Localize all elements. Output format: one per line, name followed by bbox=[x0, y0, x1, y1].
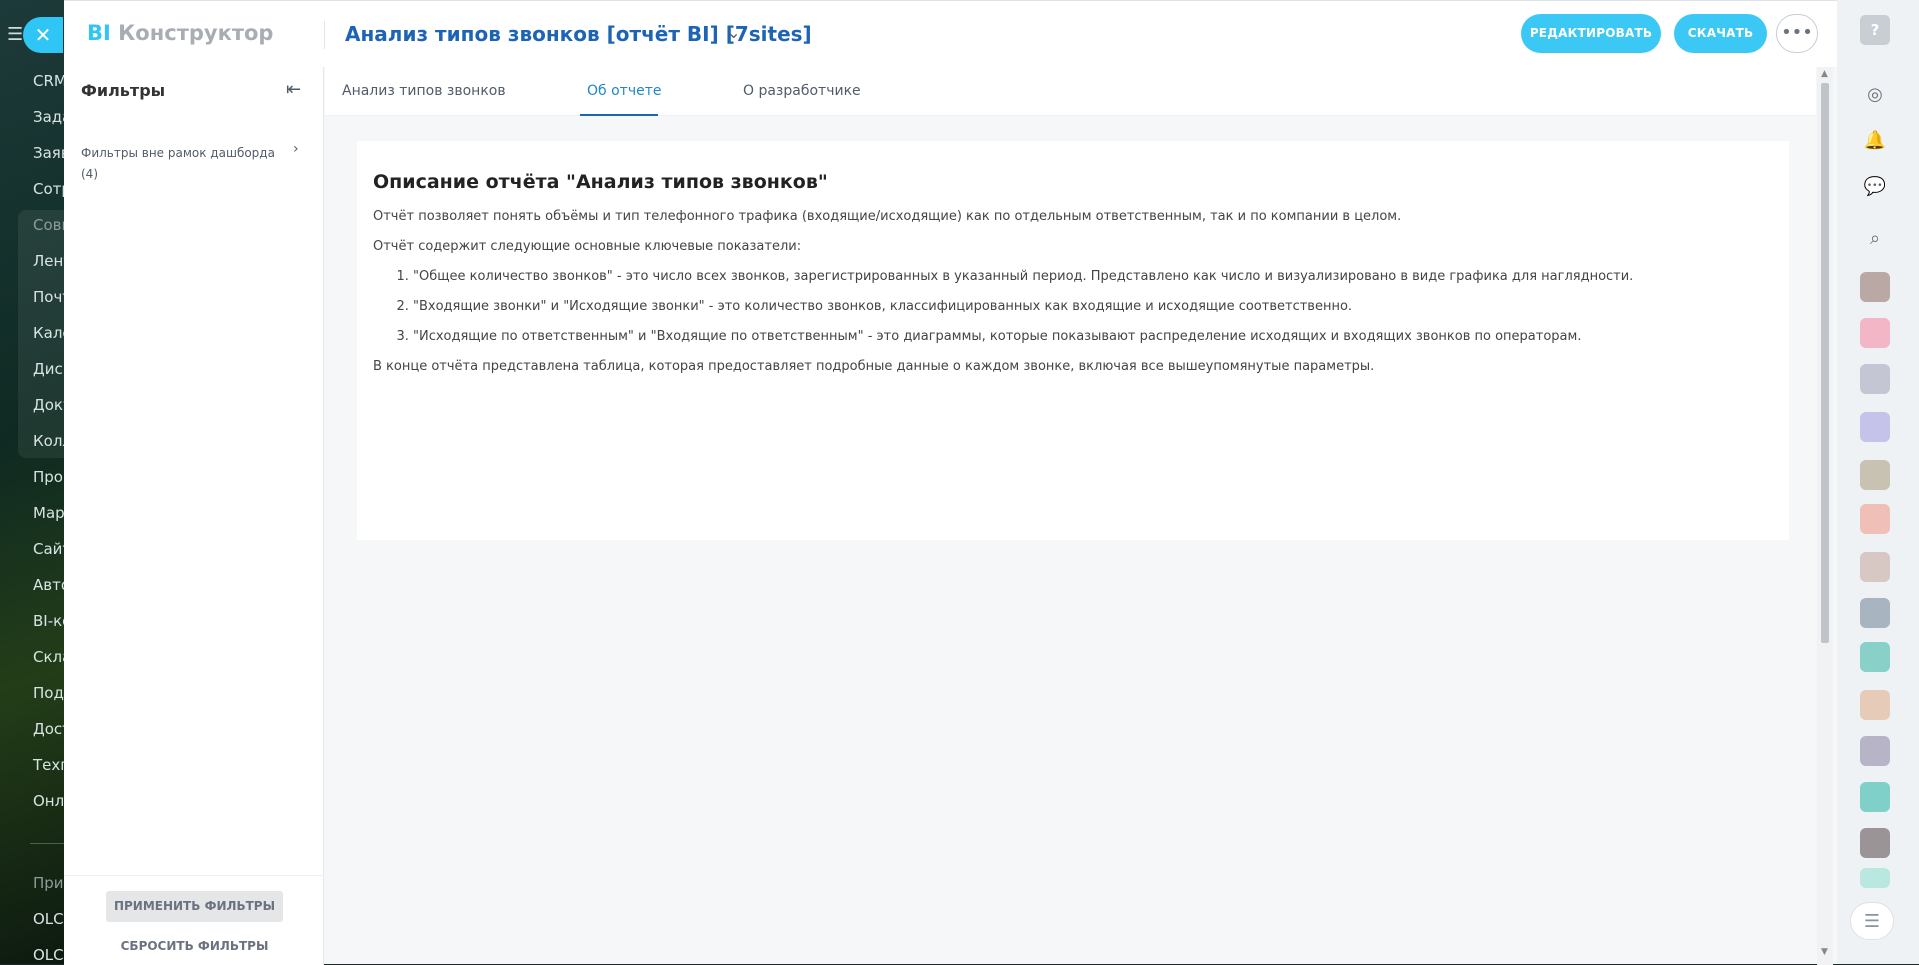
report-tabs: Анализ типов звонков Об отчете О разрабо… bbox=[325, 67, 1816, 116]
nav-item: Заяв bbox=[33, 144, 64, 162]
nav-item: Диск bbox=[33, 360, 64, 378]
chevron-down-icon[interactable]: ⌄ bbox=[727, 23, 740, 42]
nav-item: Онла bbox=[33, 792, 64, 810]
nav-item: Дост bbox=[33, 720, 64, 738]
avatar[interactable] bbox=[1860, 642, 1890, 672]
logo-bi: BI bbox=[87, 21, 111, 45]
nav-item: Сотр bbox=[33, 180, 64, 198]
avatar[interactable] bbox=[1860, 504, 1890, 534]
metrics-list: "Общее количество звонков" - это число в… bbox=[413, 262, 1773, 352]
list-item: "Общее количество звонков" - это число в… bbox=[413, 262, 1773, 292]
nav-item: Зада bbox=[33, 108, 64, 126]
nav-item: Скла bbox=[33, 648, 64, 666]
filters-panel: Фильтры ⇤ Фильтры вне рамок дашборда (4)… bbox=[64, 67, 324, 965]
description-outro: В конце отчёта представлена таблица, кот… bbox=[373, 359, 1375, 374]
search-icon[interactable]: ⌕ bbox=[1860, 224, 1890, 254]
avatar[interactable] bbox=[1860, 552, 1890, 582]
nav-item: Колл bbox=[33, 432, 64, 450]
filters-footer: ПРИМЕНИТЬ ФИЛЬТРЫ СБРОСИТЬ ФИЛЬТРЫ bbox=[64, 875, 324, 965]
nav-item: CRM bbox=[33, 72, 64, 90]
chat-icon[interactable]: 💬 bbox=[1860, 172, 1890, 202]
avatar[interactable] bbox=[1860, 736, 1890, 766]
avatar[interactable] bbox=[1860, 598, 1890, 628]
report-title[interactable]: Анализ типов звонков [отчёт BI] [7sites] bbox=[345, 22, 812, 46]
edit-button[interactable]: РЕДАКТИРОВАТЬ bbox=[1521, 14, 1661, 53]
background-left-nav: ☰ CRM Зада Заяв Сотр Совм Лент Почт Кале… bbox=[0, 0, 64, 964]
header-divider bbox=[324, 21, 325, 49]
nav-item: OLCI bbox=[33, 946, 64, 964]
bell-icon[interactable]: 🔔 bbox=[1860, 126, 1890, 156]
bi-report-slider: BI Конструктор Анализ типов звонков [отч… bbox=[64, 0, 1837, 965]
nav-item: Лент bbox=[33, 252, 64, 270]
description-list-intro: Отчёт содержит следующие основные ключев… bbox=[373, 239, 802, 254]
close-icon: ✕ bbox=[34, 23, 52, 47]
report-description-card: Описание отчёта "Анализ типов звонков" О… bbox=[357, 141, 1789, 540]
more-button[interactable]: ••• bbox=[1776, 14, 1818, 53]
nav-item: Почт bbox=[33, 288, 64, 306]
avatar[interactable] bbox=[1860, 272, 1890, 302]
tab-about-report[interactable]: Об отчете bbox=[587, 83, 661, 99]
nav-item: Подп bbox=[33, 684, 64, 702]
tab-about-developer[interactable]: О разработчике bbox=[743, 83, 861, 99]
scroll-thumb[interactable] bbox=[1821, 83, 1829, 643]
scroll-up-icon[interactable]: ▲ bbox=[1821, 69, 1828, 79]
nav-item: Совм bbox=[33, 216, 64, 234]
scroll-down-icon[interactable]: ▼ bbox=[1821, 947, 1828, 957]
list-item: "Исходящие по ответственным" и "Входящие… bbox=[413, 322, 1773, 352]
collapse-panel-icon[interactable]: ⇤ bbox=[286, 79, 301, 100]
nav-item: Про bbox=[33, 468, 63, 486]
avatar[interactable] bbox=[1860, 828, 1890, 858]
list-item: "Входящие звонки" и "Исходящие звонки" -… bbox=[413, 292, 1773, 322]
description-intro: Отчёт позволяет понять объёмы и тип теле… bbox=[373, 209, 1402, 224]
slider-header: BI Конструктор Анализ типов звонков [отч… bbox=[64, 1, 1837, 67]
avatar[interactable] bbox=[1860, 868, 1890, 888]
filters-title: Фильтры bbox=[81, 81, 166, 100]
nav-item: Техп bbox=[33, 756, 64, 774]
chevron-right-icon[interactable]: › bbox=[293, 141, 299, 157]
nav-item: BI-ко bbox=[33, 612, 64, 630]
logo-text: Конструктор bbox=[118, 21, 274, 45]
nav-item: OLCI bbox=[33, 910, 64, 928]
avatar[interactable] bbox=[1860, 412, 1890, 442]
avatar[interactable] bbox=[1860, 782, 1890, 812]
bi-constructor-logo: BI Конструктор bbox=[87, 21, 273, 45]
apply-filters-button[interactable]: ПРИМЕНИТЬ ФИЛЬТРЫ bbox=[106, 891, 283, 922]
copilot-icon[interactable]: ◎ bbox=[1860, 80, 1890, 110]
active-tab-indicator bbox=[580, 114, 658, 116]
nav-item: Сайт bbox=[33, 540, 64, 558]
avatar[interactable] bbox=[1860, 364, 1890, 394]
tab-call-analysis[interactable]: Анализ типов звонков bbox=[342, 83, 506, 99]
avatar[interactable] bbox=[1860, 690, 1890, 720]
nav-item: Мар bbox=[33, 504, 64, 522]
help-icon[interactable]: ? bbox=[1860, 15, 1890, 45]
nav-item: Прил bbox=[33, 874, 64, 892]
download-button[interactable]: СКАЧАТЬ bbox=[1674, 14, 1767, 53]
avatar[interactable] bbox=[1860, 460, 1890, 490]
more-dots-icon: ••• bbox=[1781, 22, 1813, 43]
reset-filters-button[interactable]: СБРОСИТЬ ФИЛЬТРЫ bbox=[106, 934, 283, 958]
vertical-scrollbar[interactable]: ▲ ▼ bbox=[1817, 67, 1833, 965]
nav-divider bbox=[30, 843, 64, 844]
close-slider-button[interactable]: ✕ bbox=[23, 17, 63, 53]
filter-group-item[interactable]: Фильтры вне рамок дашборда (4) bbox=[81, 143, 291, 185]
avatar[interactable] bbox=[1860, 318, 1890, 348]
description-title: Описание отчёта "Анализ типов звонков" bbox=[373, 171, 828, 193]
right-rail: ? ◎ 🔔 💬 ⌕ ☰ bbox=[1837, 0, 1919, 964]
list-icon[interactable]: ☰ bbox=[1850, 902, 1894, 940]
nav-item: Авто bbox=[33, 576, 64, 594]
menu-icon: ☰ bbox=[7, 24, 24, 45]
nav-item: Доку bbox=[33, 396, 64, 414]
nav-item: Кале bbox=[33, 324, 64, 342]
